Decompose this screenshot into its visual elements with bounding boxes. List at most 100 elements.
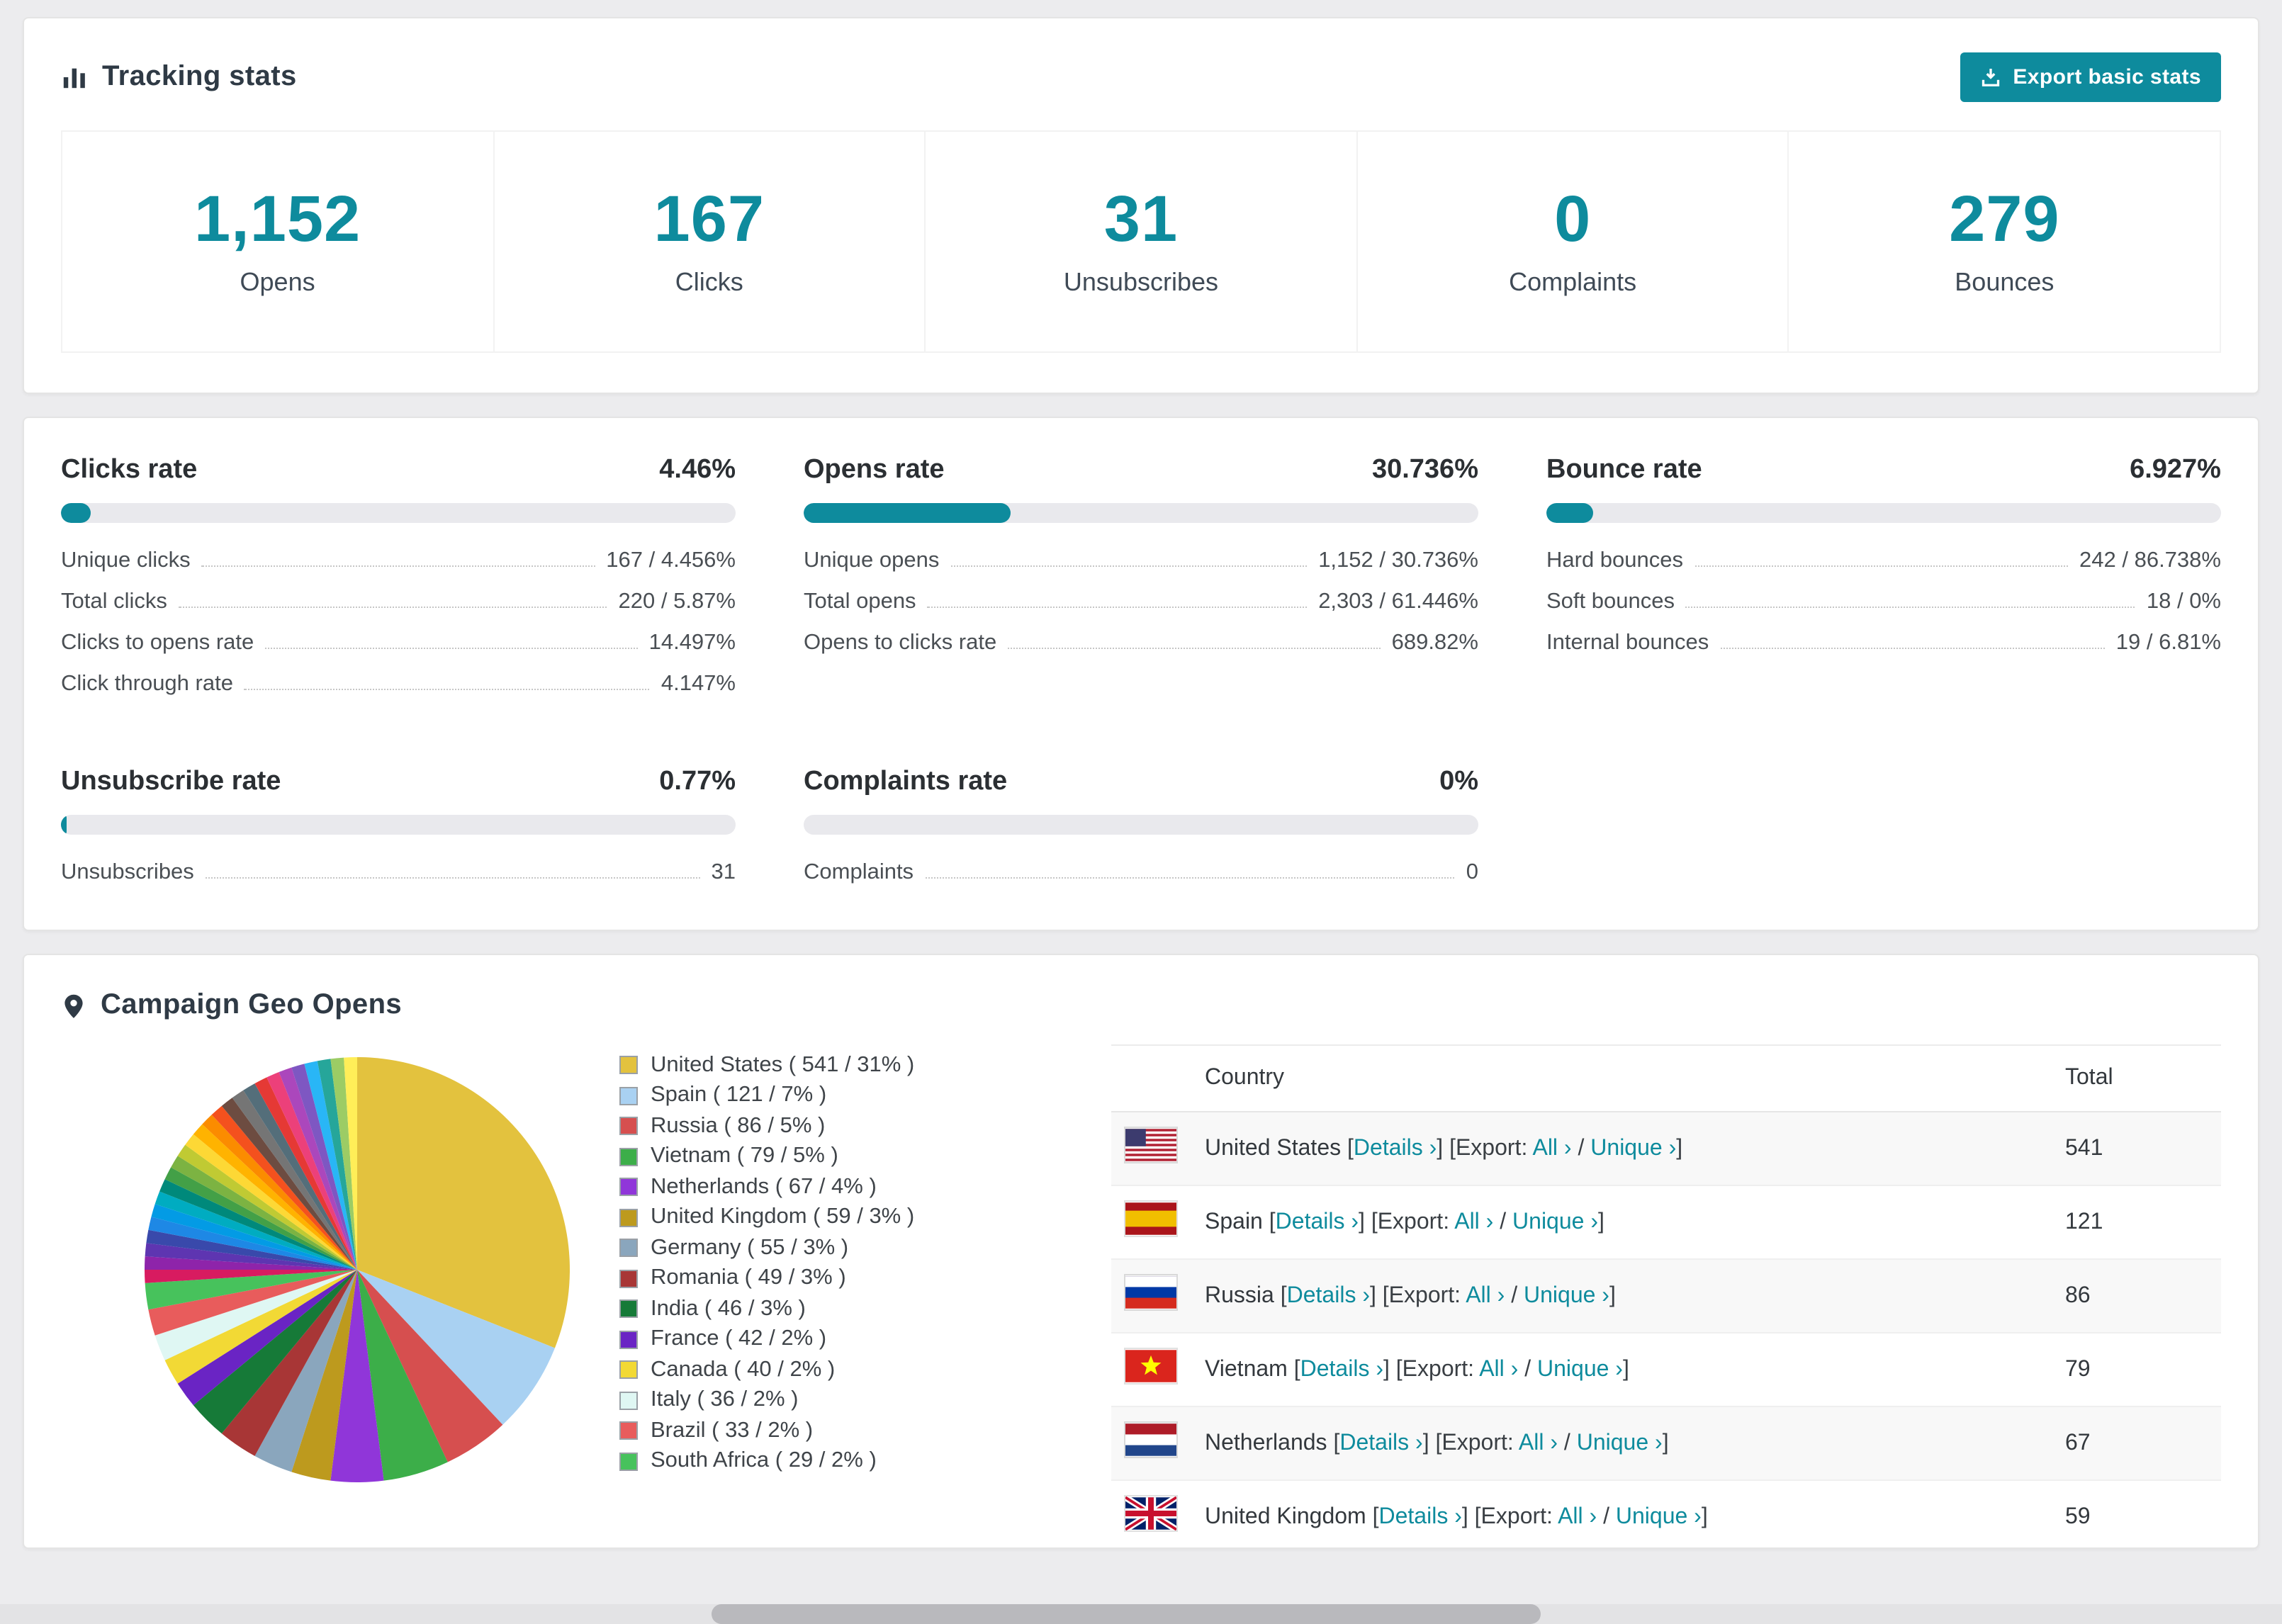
flag-us-icon xyxy=(1125,1128,1176,1162)
details-link[interactable]: Details › xyxy=(1379,1504,1462,1528)
horizontal-scrollbar-thumb[interactable] xyxy=(712,1604,1541,1624)
bar-chart-icon xyxy=(61,64,88,91)
legend-label: Brazil ( 33 / 2% ) xyxy=(651,1418,814,1443)
progress-bar xyxy=(804,503,1478,523)
legend-item-italy: Italy ( 36 / 2% ) xyxy=(619,1385,1094,1416)
geo-opens-pie-chart[interactable] xyxy=(137,1050,577,1489)
export-unique-link[interactable]: Unique › xyxy=(1512,1209,1598,1234)
legend-label: Vietnam ( 79 / 5% ) xyxy=(651,1144,838,1168)
stat-value: 1,152 xyxy=(193,181,361,255)
dotted-leader xyxy=(950,565,1308,567)
export-all-link[interactable]: All › xyxy=(1479,1357,1518,1381)
details-link[interactable]: Details › xyxy=(1339,1431,1422,1455)
progress-fill xyxy=(61,503,91,523)
legend-swatch xyxy=(619,1330,638,1349)
rates-grid: Clicks rate 4.46% Unique clicks 167 / 4.456… xyxy=(61,455,2221,893)
legend-swatch xyxy=(619,1056,638,1075)
rate-row-value: 242 / 86.738% xyxy=(2079,548,2221,572)
legend-item-india: India ( 46 / 3% ) xyxy=(619,1294,1094,1324)
details-link[interactable]: Details › xyxy=(1276,1209,1359,1234)
details-link[interactable]: Details › xyxy=(1300,1357,1383,1381)
stat-label: Opens xyxy=(240,268,315,296)
rate-row-value: 0 xyxy=(1466,859,1478,884)
flag-es-icon xyxy=(1125,1202,1176,1236)
geo-table-row-russia: Russia [Details ›] [Export: All › / Uniq… xyxy=(1111,1259,2221,1333)
rate-row-label: Hard bounces xyxy=(1546,548,1684,572)
country-cell: Spain [Details ›] [Export: All › / Uniqu… xyxy=(1191,1185,2051,1260)
rate-row-label: Complaints xyxy=(804,859,914,884)
dotted-leader xyxy=(927,607,1308,608)
legend-swatch xyxy=(619,1391,638,1410)
country-cell: Vietnam [Details ›] [Export: All › / Uni… xyxy=(1191,1333,2051,1407)
rate-row-label: Soft bounces xyxy=(1546,589,1675,613)
legend-swatch xyxy=(619,1452,638,1471)
export-icon xyxy=(1980,67,2001,88)
details-link[interactable]: Details › xyxy=(1354,1136,1437,1160)
page: Tracking stats Export basic stats 1,152 O… xyxy=(0,0,2282,1624)
legend-item-united-kingdom: United Kingdom ( 59 / 3% ) xyxy=(619,1202,1094,1233)
legend-swatch xyxy=(619,1269,638,1288)
geo-table-row-spain: Spain [Details ›] [Export: All › / Uniqu… xyxy=(1111,1185,2221,1260)
export-all-link[interactable]: All › xyxy=(1466,1283,1505,1307)
export-unique-link[interactable]: Unique › xyxy=(1616,1504,1702,1528)
export-basic-stats-button[interactable]: Export basic stats xyxy=(1960,52,2221,102)
export-basic-stats-label: Export basic stats xyxy=(2013,65,2201,89)
rate-title: Bounce rate xyxy=(1546,455,1702,485)
geo-pie-legend: United States ( 541 / 31% ) Spain ( 121 /… xyxy=(619,1044,1094,1547)
flag-cell xyxy=(1111,1185,1191,1260)
rate-row-label: Opens to clicks rate xyxy=(804,630,997,654)
dotted-leader xyxy=(205,877,700,879)
horizontal-scrollbar-track[interactable] xyxy=(0,1604,2282,1624)
rate-title: Clicks rate xyxy=(61,455,198,485)
dotted-leader xyxy=(1685,607,2135,608)
export-unique-link[interactable]: Unique › xyxy=(1537,1357,1623,1381)
rate-section-bounce-rate: Bounce rate 6.927% Hard bounces 242 / 86.73… xyxy=(1546,455,2221,704)
stat-value: 0 xyxy=(1554,181,1592,255)
tracking-stats-header: Tracking stats Export basic stats xyxy=(61,52,2221,102)
rate-row: Total opens 2,303 / 61.446% xyxy=(804,581,1478,622)
export-unique-link[interactable]: Unique › xyxy=(1577,1431,1663,1455)
flag-cell xyxy=(1111,1480,1191,1547)
flag-ru-icon xyxy=(1125,1275,1176,1309)
export-unique-link[interactable]: Unique › xyxy=(1524,1283,1609,1307)
stat-label: Bounces xyxy=(1955,268,2055,296)
details-link[interactable]: Details › xyxy=(1287,1283,1370,1307)
flag-cell xyxy=(1111,1259,1191,1333)
progress-bar xyxy=(61,503,736,523)
legend-label: United States ( 541 / 31% ) xyxy=(651,1052,915,1077)
country-total: 67 xyxy=(2051,1406,2221,1481)
legend-item-vietnam: Vietnam ( 79 / 5% ) xyxy=(619,1141,1094,1172)
rate-percentage: 6.927% xyxy=(2130,455,2221,485)
geo-opens-content: United States ( 541 / 31% ) Spain ( 121 /… xyxy=(61,1044,2221,1547)
country-name: Vietnam xyxy=(1205,1357,1294,1381)
flag-nl-icon xyxy=(1125,1423,1176,1457)
export-all-link[interactable]: All › xyxy=(1454,1209,1493,1234)
export-all-link[interactable]: All › xyxy=(1532,1136,1571,1160)
legend-item-germany: Germany ( 55 / 3% ) xyxy=(619,1233,1094,1263)
rate-row-value: 31 xyxy=(711,859,736,884)
export-unique-link[interactable]: Unique › xyxy=(1590,1136,1676,1160)
rate-row: Hard bounces 242 / 86.738% xyxy=(1546,540,2221,581)
legend-item-russia: Russia ( 86 / 5% ) xyxy=(619,1111,1094,1141)
legend-label: Russia ( 86 / 5% ) xyxy=(651,1113,826,1138)
country-cell: Netherlands [Details ›] [Export: All › /… xyxy=(1191,1406,2051,1481)
stat-box-complaints: 0 Complaints xyxy=(1357,132,1789,351)
geo-pie-wrap xyxy=(95,1044,619,1547)
rate-row-value: 689.82% xyxy=(1391,630,1478,654)
progress-bar xyxy=(804,815,1478,835)
export-all-link[interactable]: All › xyxy=(1519,1431,1558,1455)
rate-head: Unsubscribe rate 0.77% xyxy=(61,767,736,798)
legend-label: Canada ( 40 / 2% ) xyxy=(651,1357,836,1382)
rate-row: Total clicks 220 / 5.87% xyxy=(61,581,736,622)
export-all-link[interactable]: All › xyxy=(1558,1504,1597,1528)
rate-title: Opens rate xyxy=(804,455,945,485)
country-total: 79 xyxy=(2051,1333,2221,1407)
tracking-stats-card: Tracking stats Export basic stats 1,152 O… xyxy=(23,17,2259,394)
rate-row: Click through rate 4.147% xyxy=(61,663,736,704)
flag-cell xyxy=(1111,1406,1191,1481)
country-total: 59 xyxy=(2051,1480,2221,1547)
rate-percentage: 0.77% xyxy=(659,767,736,796)
geo-table-row-united-states: United States [Details ›] [Export: All ›… xyxy=(1111,1112,2221,1186)
legend-label: France ( 42 / 2% ) xyxy=(651,1326,827,1351)
progress-fill xyxy=(61,815,67,835)
